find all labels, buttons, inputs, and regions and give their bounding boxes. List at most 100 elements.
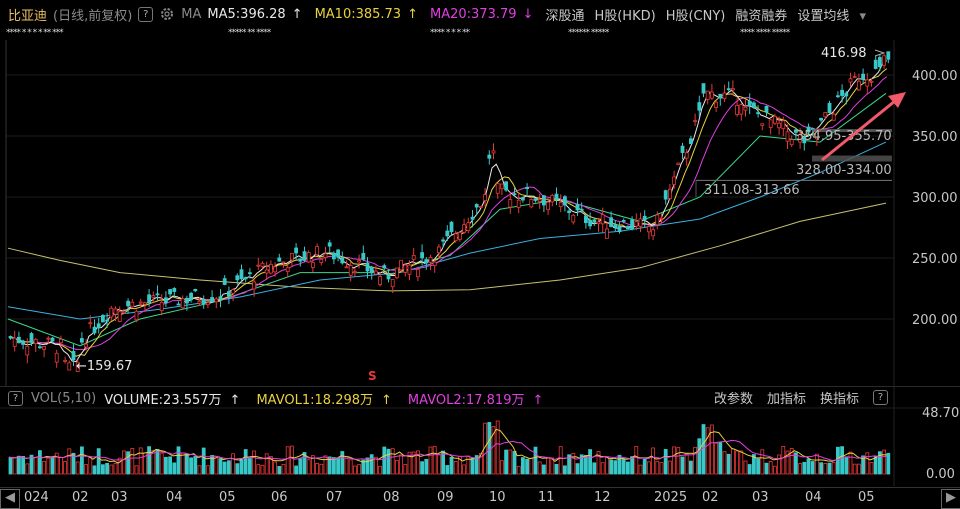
candle-body (857, 80, 861, 91)
volume-bar (537, 461, 542, 475)
candle-body (256, 264, 261, 267)
scroll-right-button[interactable]: ▶ (941, 489, 960, 509)
candle-body (747, 100, 752, 107)
volume-bar (344, 457, 349, 475)
volume-bar (668, 460, 672, 475)
candle-body (25, 345, 30, 356)
candle-body (369, 266, 374, 274)
help-icon-tools[interactable]: ? (873, 389, 888, 405)
volume-bar (701, 424, 706, 475)
volume-bar (760, 449, 765, 475)
candle-body (176, 303, 181, 306)
volume-bar (563, 465, 567, 475)
candle-body (327, 242, 332, 247)
volume-bar (126, 451, 130, 475)
volume-bar (352, 465, 357, 475)
candle-body (386, 274, 391, 280)
candle-body (672, 176, 676, 185)
volume-bar (222, 461, 227, 475)
candle-body (378, 276, 383, 285)
price-tick-label: 400.00 (912, 69, 958, 84)
candle-body (42, 346, 46, 350)
candle-body (231, 289, 236, 294)
candle-body (436, 246, 441, 254)
edit-params-button[interactable]: 改参数 (714, 388, 753, 407)
volume-bar (163, 456, 168, 475)
candle-body (537, 199, 542, 202)
volume-bar (80, 446, 84, 475)
candle-body (869, 80, 874, 83)
volume-bar (722, 451, 727, 475)
volume-bar (726, 453, 731, 475)
switch-indicator-button[interactable]: 换指标 (820, 388, 859, 407)
volume-bar (613, 460, 618, 475)
candle-body (508, 199, 513, 208)
help-icon-volume[interactable]: ? (8, 390, 23, 406)
volume-bar (508, 449, 513, 475)
candle-body (163, 297, 168, 304)
volume-bar (605, 456, 609, 475)
volume-bar (46, 457, 51, 475)
volume-bar (306, 459, 311, 475)
zone2-label: 328.00-334.00 (796, 163, 892, 178)
candle-body (302, 251, 307, 261)
candle-body (579, 208, 584, 211)
candle-body (403, 264, 408, 273)
volume-bar (109, 464, 114, 475)
candle-body (584, 215, 588, 224)
volume-bar (63, 461, 67, 475)
candle-body (201, 298, 206, 305)
candle-body (533, 198, 538, 201)
candle-body (865, 79, 870, 87)
x-tick: 024 (24, 490, 49, 505)
candle-body (684, 152, 689, 159)
candle-body (134, 310, 139, 321)
volume-bar (773, 465, 777, 475)
candle-body (361, 253, 366, 260)
candle-body (752, 102, 756, 109)
candle-body (764, 105, 769, 113)
candle-body (214, 298, 219, 303)
candle-body (558, 201, 563, 208)
candle-body (394, 267, 399, 279)
volume-bar (294, 465, 299, 475)
volume-bar (33, 456, 38, 475)
price-tick-label: 300.00 (912, 191, 958, 206)
zone3-label: 311.08-313.66 (704, 183, 800, 198)
add-indicator-button[interactable]: 加指标 (767, 388, 806, 407)
volume-bar (852, 463, 857, 475)
candle-body (155, 293, 160, 296)
volume-bar (21, 456, 26, 475)
volume-bar (558, 446, 563, 475)
volume-bar (533, 446, 538, 475)
volume-bar (676, 447, 681, 475)
volume-bar (529, 457, 534, 475)
candle-body (315, 246, 320, 256)
vol-label[interactable]: VOL(5,10) (31, 391, 96, 406)
candle-body (138, 301, 143, 304)
candle-body (777, 122, 781, 129)
x-tick: 11 (538, 490, 555, 505)
volume-bar (323, 455, 328, 475)
volume-bar (436, 454, 441, 475)
volume-bar (638, 464, 643, 475)
volume-bar (260, 464, 265, 475)
volume-bar (399, 454, 404, 475)
candle-body (390, 279, 395, 288)
candle-body (886, 51, 891, 60)
candle-body (336, 249, 341, 258)
price-chart[interactable]: 400.00350.00300.00250.00200.0048.700.003… (0, 0, 960, 507)
volume-bar (84, 464, 88, 475)
volume-bar (193, 456, 198, 475)
candle-body (768, 119, 773, 128)
volume-bar (689, 460, 693, 475)
candle-body (588, 220, 592, 227)
candle-body (352, 271, 357, 274)
candle-body (756, 112, 760, 115)
candle-body (546, 201, 550, 211)
volume-bar (747, 464, 752, 475)
candle-body (151, 295, 156, 298)
volume-bar (466, 455, 471, 475)
candle-body (789, 139, 794, 146)
scroll-left-button[interactable]: ◀ (0, 489, 20, 509)
